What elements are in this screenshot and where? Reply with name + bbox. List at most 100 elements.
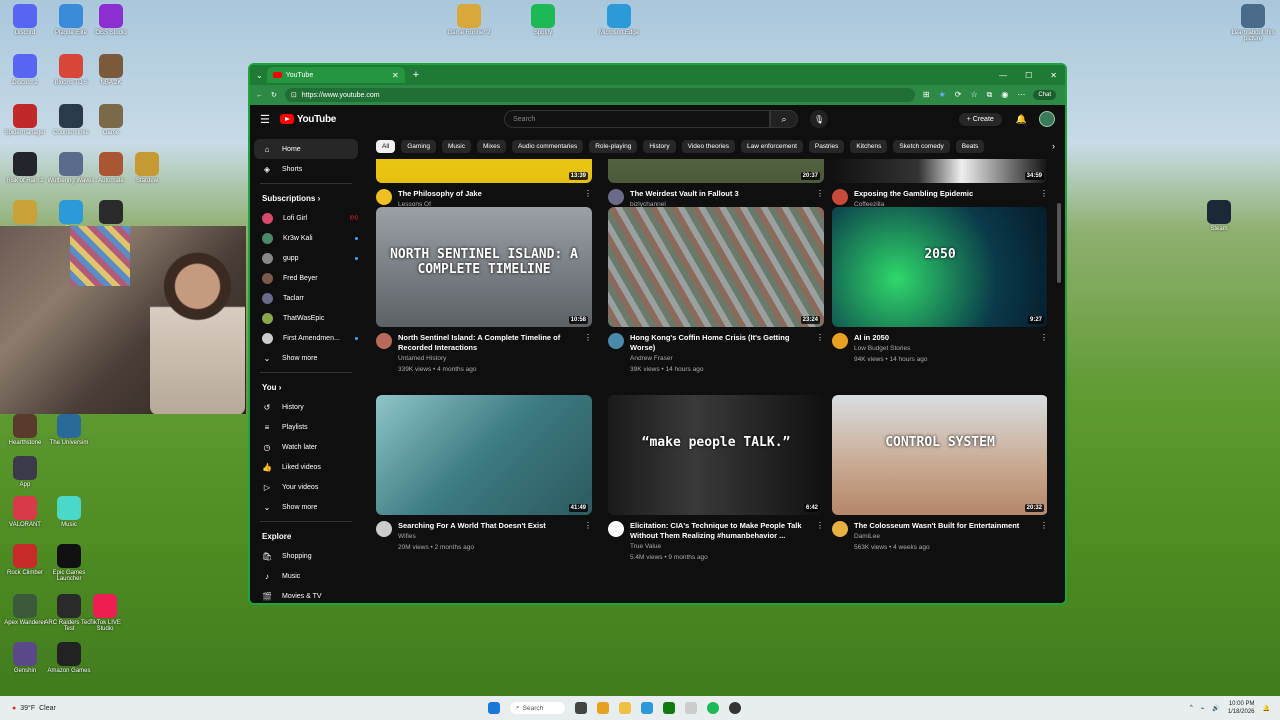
- channel-avatar[interactable]: [376, 333, 392, 349]
- sidebar-sub-fred-beyer[interactable]: Fred Beyer: [254, 268, 358, 288]
- maximize-button[interactable]: ☐: [1025, 71, 1032, 80]
- sidebar-item-movies-tv[interactable]: 🎬 Movies & TV: [254, 586, 358, 603]
- more-menu-icon[interactable]: ⋯: [1017, 90, 1025, 100]
- video-title[interactable]: North Sentinel Island: A Complete Timeli…: [398, 333, 578, 353]
- tab-youtube[interactable]: YouTube ✕: [266, 67, 405, 83]
- desktop-icon-epic-games-launcher[interactable]: Epic Games Launcher: [44, 544, 94, 582]
- chip-gaming[interactable]: Gaming: [401, 139, 436, 153]
- sidebar-item-shorts[interactable]: ◈ Shorts: [254, 159, 358, 179]
- sidebar-item-watch-later[interactable]: ◷ Watch later: [254, 437, 358, 457]
- desktop-icon-discord[interactable]: Discord: [0, 4, 50, 36]
- weather-widget[interactable]: ● 39°F Clear: [0, 705, 56, 712]
- sidebar-sub-first-amendmen[interactable]: First Amendmen...: [254, 328, 358, 348]
- video-card[interactable]: 23:24 Hong Kong's Coffin Home Crisis (It'…: [608, 207, 824, 375]
- chip-audio-commentaries[interactable]: Audio commentaries: [511, 139, 584, 153]
- channel-avatar[interactable]: [832, 189, 848, 205]
- desktop-icon-music[interactable]: Music: [44, 496, 94, 528]
- task-view-icon[interactable]: [575, 702, 588, 714]
- sidebar-item-liked-videos[interactable]: 👍 Liked videos: [254, 457, 358, 477]
- sidebar-item-show-more[interactable]: ⌄ Show more: [254, 497, 358, 517]
- desktop-icon-learn-about-this-picture[interactable]: Learn about this picture: [1228, 4, 1278, 42]
- network-icon[interactable]: ⌁: [1201, 705, 1205, 712]
- video-thumbnail[interactable]: “make people TALK.” 6:42: [608, 395, 824, 515]
- site-info-icon[interactable]: ⊡: [291, 91, 297, 99]
- desktop-icon-risk-of-rain-2[interactable]: Risk of Rain 2: [0, 152, 50, 184]
- video-card[interactable]: NORTH SENTINEL ISLAND: A COMPLETE TIMELI…: [376, 207, 592, 375]
- desktop-icon-amazon-games[interactable]: Amazon Games: [44, 642, 94, 674]
- desktop-icon-app[interactable]: App: [0, 456, 50, 488]
- channel-avatar[interactable]: [376, 521, 392, 537]
- chip-video-theories[interactable]: Video theories: [681, 139, 736, 153]
- extensions-icon[interactable]: ⟳: [955, 90, 962, 100]
- desktop-icon-apex-wanderer[interactable]: Apex Wanderer: [0, 594, 50, 626]
- desktop-icon-discord-2[interactable]: Discord 2: [0, 54, 50, 86]
- video-card[interactable]: 2050 9:27 AI in 2050 Low Budget Stories 94K …: [832, 207, 1047, 365]
- channel-avatar[interactable]: [832, 333, 848, 349]
- chip-sketch-comedy[interactable]: Sketch comedy: [893, 139, 950, 153]
- desktop-icon-obs-studio[interactable]: OBS Studio: [86, 4, 136, 36]
- sidebar-item-history[interactable]: ↺ History: [254, 397, 358, 417]
- more-options-icon[interactable]: ⋮: [816, 521, 824, 563]
- desktop-icon-tiktok-live-studio[interactable]: TikTok LIVE Studio: [80, 594, 130, 632]
- sidebar-item-playlists[interactable]: ≡ Playlists: [254, 417, 358, 437]
- desktop-icon-the-universim[interactable]: The Universim: [44, 414, 94, 446]
- more-options-icon[interactable]: ⋮: [1040, 333, 1047, 365]
- video-card[interactable]: CONTROL SYSTEM 20:32 The Colosseum Wasn't …: [832, 395, 1047, 553]
- desktop-icon-stardew[interactable]: Stardew: [122, 152, 172, 184]
- search-button[interactable]: ⌕: [770, 110, 799, 128]
- channel-avatar[interactable]: [608, 521, 624, 537]
- video-title[interactable]: Elicitation: CIA's Technique to Make Peo…: [630, 521, 810, 541]
- chrome-icon[interactable]: [597, 702, 610, 714]
- obs-icon[interactable]: [729, 702, 742, 714]
- video-card[interactable]: “make people TALK.” 6:42 Elicitation: CIA'…: [608, 395, 824, 563]
- spotify-icon[interactable]: [707, 702, 720, 714]
- more-options-icon[interactable]: ⋮: [584, 333, 592, 375]
- video-title[interactable]: Hong Kong's Coffin Home Crisis (It's Get…: [630, 333, 810, 353]
- search-input[interactable]: Search: [504, 110, 771, 128]
- chips-next-chevron-icon[interactable]: ›: [1052, 141, 1055, 151]
- channel-name[interactable]: Wifies: [398, 531, 578, 542]
- video-title[interactable]: Searching For A World That Doesn't Exist: [398, 521, 578, 531]
- desktop-icon-spotify[interactable]: Spotify: [518, 4, 568, 36]
- desktop-icon-microsoft-edge[interactable]: Microsoft Edge: [594, 4, 644, 36]
- video-title[interactable]: The Philosophy of Jake: [398, 189, 578, 199]
- channel-name[interactable]: True Value: [630, 541, 810, 552]
- tab-list-chevron-icon[interactable]: ⌄: [256, 71, 263, 80]
- close-tab-icon[interactable]: ✕: [392, 71, 399, 80]
- minimize-button[interactable]: —: [999, 71, 1007, 80]
- chip-kitchens[interactable]: Kitchens: [850, 139, 888, 153]
- video-thumbnail[interactable]: CONTROL SYSTEM 20:32: [832, 395, 1047, 515]
- edge-icon[interactable]: [641, 702, 654, 714]
- chip-law-enforcement[interactable]: Law enforcement: [741, 139, 803, 153]
- file-explorer-icon[interactable]: [619, 702, 632, 714]
- sidebar-sub-gupp[interactable]: gupp: [254, 248, 358, 268]
- desktop-icon-game[interactable]: Game: [86, 104, 136, 136]
- video-card[interactable]: 41:49 Searching For A World That Doesn't …: [376, 395, 592, 553]
- tray-chevron-icon[interactable]: ^: [1190, 705, 1193, 711]
- video-thumbnail[interactable]: 34:59: [832, 159, 1047, 183]
- video-title[interactable]: The Colosseum Wasn't Built for Entertain…: [854, 521, 1034, 531]
- video-thumbnail[interactable]: NORTH SENTINEL ISLAND: A COMPLETE TIMELI…: [376, 207, 592, 327]
- more-options-icon[interactable]: ⋮: [1040, 521, 1047, 553]
- voice-search-button[interactable]: 🎙: [810, 110, 829, 128]
- video-thumbnail[interactable]: 20:37: [608, 159, 824, 183]
- video-thumbnail[interactable]: 41:49: [376, 395, 592, 515]
- favorite-star-icon[interactable]: ★: [939, 90, 946, 100]
- video-thumbnail[interactable]: 23:24: [608, 207, 824, 327]
- video-thumbnail[interactable]: 2050 9:27: [832, 207, 1047, 327]
- copilot-chat-button[interactable]: Chat: [1033, 90, 1057, 100]
- volume-icon[interactable]: 🔊: [1212, 705, 1219, 712]
- desktop-icon-rock-climber[interactable]: Rock Climber: [0, 544, 50, 576]
- chip-history[interactable]: History: [643, 139, 676, 153]
- video-thumbnail[interactable]: 13:39: [376, 159, 592, 183]
- notepad-icon[interactable]: [685, 702, 698, 714]
- page-scrollbar[interactable]: [1057, 203, 1061, 283]
- chip-beats[interactable]: Beats: [955, 139, 985, 153]
- chip-music[interactable]: Music: [442, 139, 471, 153]
- sidebar-item-shopping[interactable]: 🛍 Shopping: [254, 546, 358, 566]
- you-header[interactable]: You ›: [254, 377, 358, 397]
- video-title[interactable]: AI in 2050: [854, 333, 1034, 343]
- notifications-bell-icon[interactable]: 🔔: [1016, 114, 1027, 125]
- channel-name[interactable]: DamiLee: [854, 531, 1034, 542]
- close-window-button[interactable]: ✕: [1050, 71, 1057, 80]
